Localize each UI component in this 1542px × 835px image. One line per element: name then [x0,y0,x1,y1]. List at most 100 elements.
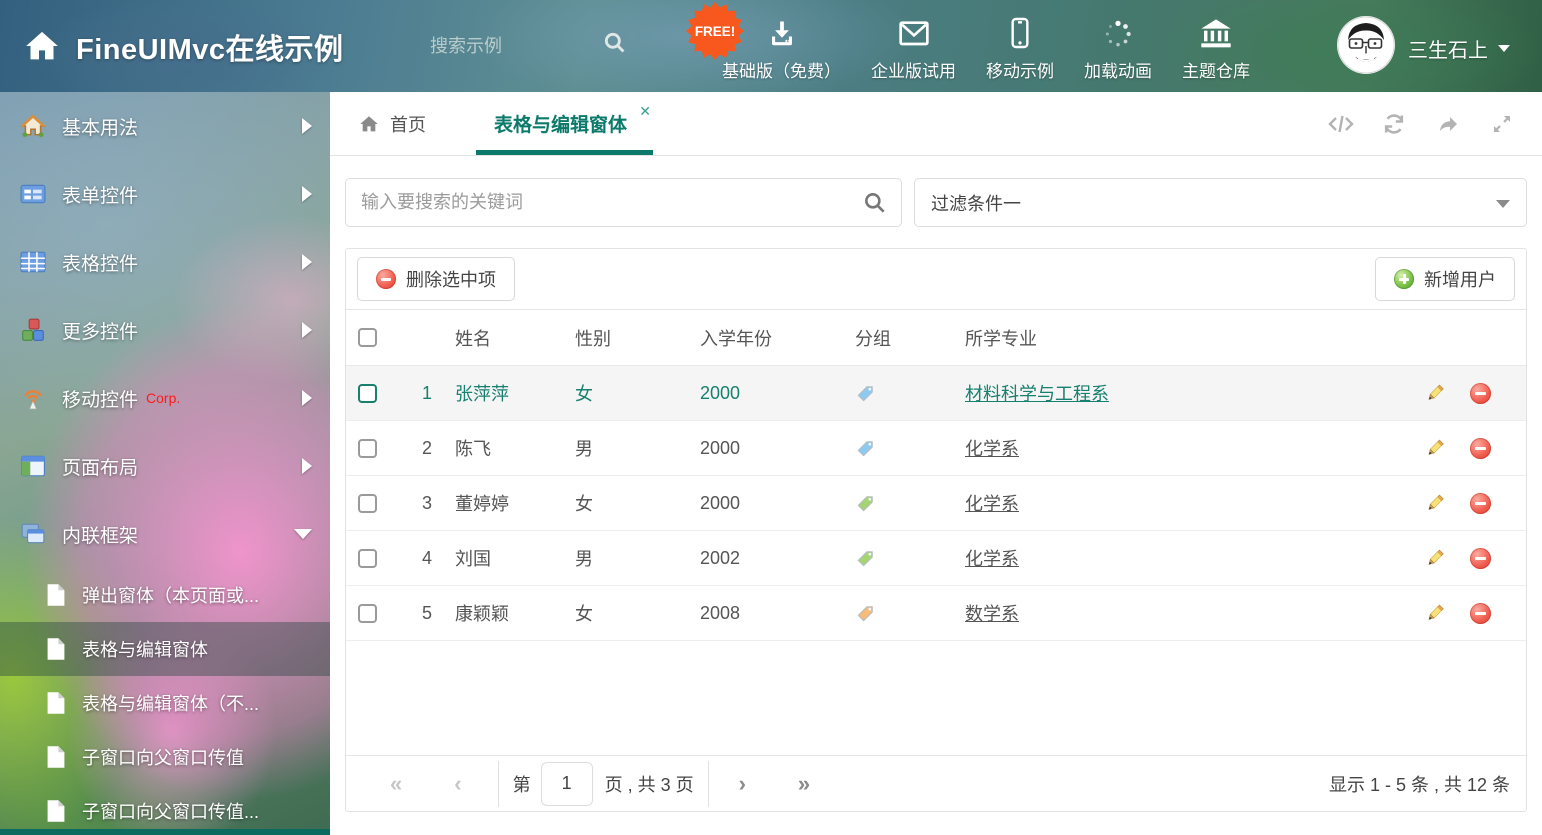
sidebar-subitem-child-to-parent-2[interactable]: 子窗口向父窗口传值... [0,784,330,835]
table-row[interactable]: 4 刘国 男 2002 化学系 [346,531,1526,586]
user-menu[interactable]: 三生石上 [1408,34,1510,63]
table-header: 姓名 性别 入学年份 分组 所学专业 [346,310,1526,366]
fullscreen-icon[interactable] [1490,112,1514,136]
chevron-down-icon [1496,200,1510,208]
column-header-group[interactable]: 分组 [836,325,946,351]
sidebar-item-more-controls[interactable]: 更多控件 [0,296,330,364]
last-page-button[interactable]: » [798,773,810,795]
row-checkbox[interactable] [358,439,377,458]
row-checkbox[interactable] [358,384,377,403]
edit-icon[interactable] [1424,603,1445,624]
header-search-input[interactable] [430,30,595,62]
row-gender: 女 [556,490,681,516]
delete-icon[interactable] [1470,383,1491,404]
user-name: 三生石上 [1408,34,1488,63]
row-index: 4 [396,548,436,569]
home-icon [358,113,380,135]
row-checkbox[interactable] [358,494,377,513]
edit-icon[interactable] [1424,493,1445,514]
file-icon [46,637,66,661]
minus-icon [376,269,396,289]
major-link[interactable]: 化学系 [965,435,1019,461]
file-icon [46,583,66,607]
form-icon [20,181,46,207]
sidebar-item-basic-usage[interactable]: 基本用法 [0,92,330,160]
table-row[interactable]: 2 陈飞 男 2000 化学系 [346,421,1526,476]
signal-icon [20,385,46,411]
sidebar-subitem-popup-window[interactable]: 弹出窗体（本页面或... [0,568,330,622]
filter-row: 过滤条件一 [330,156,1542,227]
refresh-icon[interactable] [1382,112,1406,136]
main-content: 首页 表格与编辑窗体 ✕ [330,92,1542,835]
table-row[interactable]: 3 董婷婷 女 2000 化学系 [346,476,1526,531]
edit-icon[interactable] [1424,438,1445,459]
first-page-button[interactable]: « [390,773,402,795]
major-link[interactable]: 化学系 [965,490,1019,516]
nav-basic-free[interactable]: 基础版（免费） [722,15,841,82]
row-name: 刘国 [436,545,556,571]
delete-icon[interactable] [1470,548,1491,569]
chevron-down-icon [294,529,312,539]
avatar[interactable] [1337,16,1395,74]
row-index: 2 [396,438,436,459]
sidebar-subitem-grid-edit-window[interactable]: 表格与编辑窗体 [0,622,330,676]
column-header-major[interactable]: 所学专业 [946,325,1376,351]
delete-icon[interactable] [1470,603,1491,624]
sidebar-subitem-child-to-parent[interactable]: 子窗口向父窗口传值 [0,730,330,784]
column-header-name[interactable]: 姓名 [436,325,556,351]
sidebar-subitem-grid-edit-window-2[interactable]: 表格与编辑窗体（不... [0,676,330,730]
delete-icon[interactable] [1470,493,1491,514]
grid-toolbar: 删除选中项 新增用户 [346,249,1526,310]
share-icon[interactable] [1436,112,1460,136]
sidebar-item-mobile-controls[interactable]: 移动控件 Corp. [0,364,330,432]
chevron-right-icon [302,322,312,338]
row-checkbox[interactable] [358,604,377,623]
row-gender: 女 [556,380,681,406]
select-all-checkbox[interactable] [358,328,377,347]
page-number-input[interactable] [541,762,593,806]
table-icon [20,249,46,275]
edit-icon[interactable] [1424,383,1445,404]
tag-icon [855,548,876,569]
table-row[interactable]: 5 康颖颖 女 2008 数学系 [346,586,1526,641]
filter-select[interactable]: 过滤条件一 [914,178,1527,227]
tab-grid-edit-window[interactable]: 表格与编辑窗体 ✕ [488,92,653,155]
file-icon [46,691,66,715]
major-link[interactable]: 化学系 [965,545,1019,571]
keyword-search-input[interactable] [346,179,901,226]
nav-loading-animations[interactable]: 加载动画 [1084,15,1152,82]
edit-icon[interactable] [1424,548,1445,569]
sidebar: 基本用法 表单控件 表格控件 更多控件 [0,92,330,835]
mobile-icon [1010,15,1030,49]
search-icon[interactable] [862,190,888,216]
table-row[interactable]: 1 张萍萍 女 2000 材料科学与工程系 [346,366,1526,421]
prev-page-button[interactable]: ‹ [454,773,461,795]
delete-icon[interactable] [1470,438,1491,459]
home-icon[interactable] [22,26,62,66]
nav-theme-repo[interactable]: 主题仓库 [1182,15,1250,82]
sidebar-item-form-controls[interactable]: 表单控件 [0,160,330,228]
tab-home[interactable]: 首页 [358,92,426,155]
row-year: 2002 [681,548,836,569]
row-gender: 女 [556,600,681,626]
sidebar-item-iframes[interactable]: 内联框架 [0,500,330,568]
next-page-button[interactable]: › [739,773,746,795]
app: FineUIMvc在线示例 FREE! 基础版（免费） 企业版试用 [0,0,1542,835]
column-header-year[interactable]: 入学年份 [681,325,836,351]
search-icon[interactable] [602,30,628,56]
nav-mobile-demos[interactable]: 移动示例 [986,15,1054,82]
row-checkbox[interactable] [358,549,377,568]
code-icon[interactable] [1328,112,1352,136]
sidebar-item-grid-controls[interactable]: 表格控件 [0,228,330,296]
major-link[interactable]: 材料科学与工程系 [965,380,1109,406]
row-year: 2000 [681,383,836,404]
row-name: 康颖颖 [436,600,556,626]
major-link[interactable]: 数学系 [965,600,1019,626]
plus-icon [1394,269,1414,289]
nav-enterprise-trial[interactable]: 企业版试用 [871,15,956,82]
sidebar-item-page-layout[interactable]: 页面布局 [0,432,330,500]
delete-selected-button[interactable]: 删除选中项 [357,257,515,301]
column-header-gender[interactable]: 性别 [556,325,681,351]
add-user-button[interactable]: 新增用户 [1375,257,1515,301]
close-icon[interactable]: ✕ [639,104,651,118]
